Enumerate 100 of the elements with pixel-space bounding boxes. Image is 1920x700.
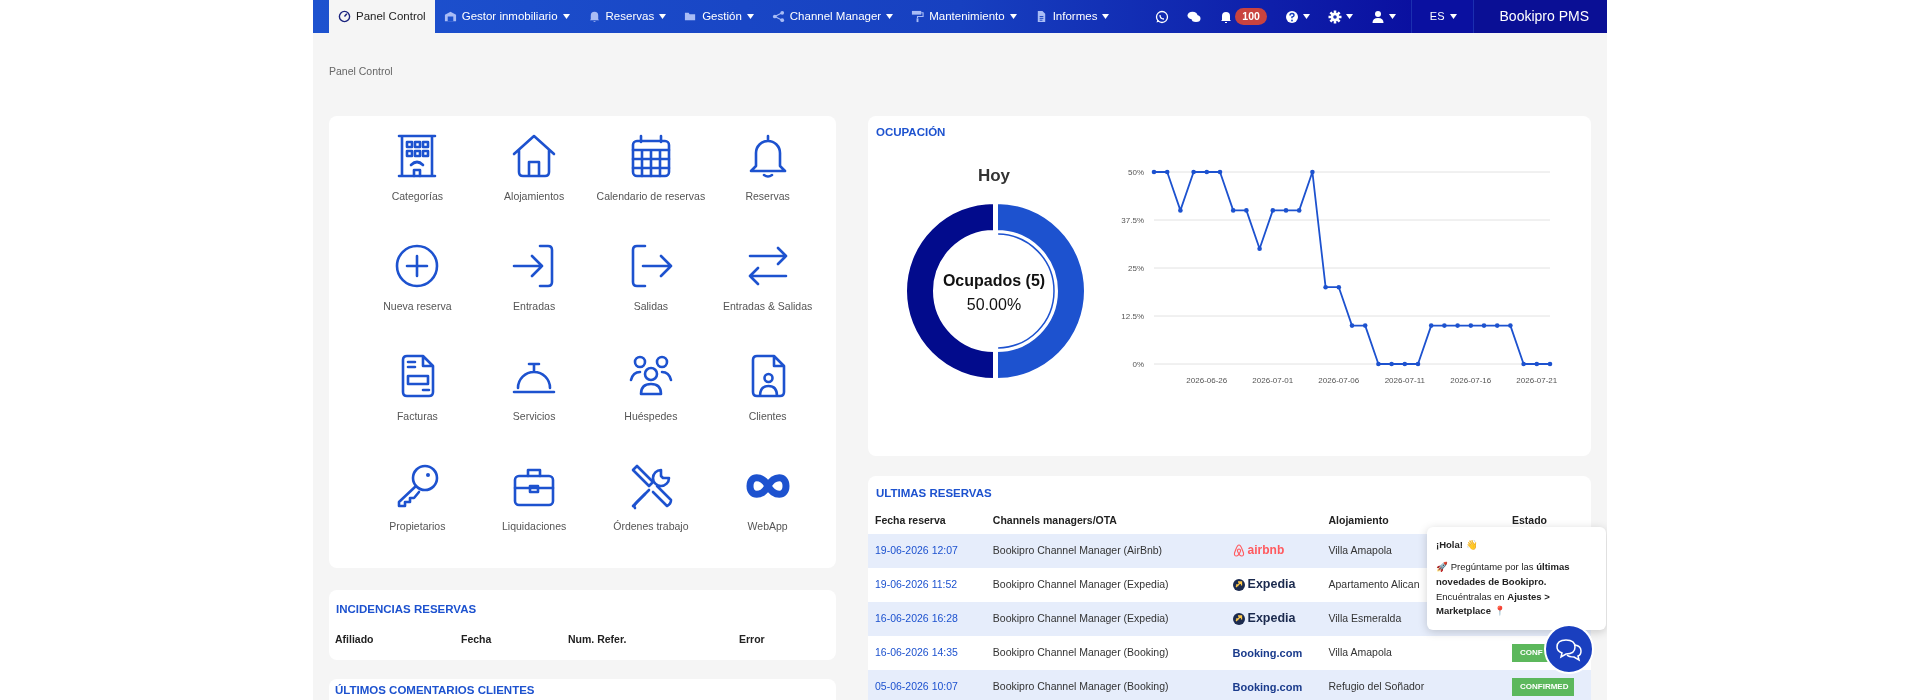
nav-tab[interactable]: Gestor inmobiliario bbox=[434, 0, 579, 33]
donut-label: Ocupados (5) bbox=[942, 270, 1046, 291]
shortcut-link[interactable]: Alojamientos bbox=[475, 132, 593, 242]
shortcut-link[interactable]: Liquidaciones bbox=[475, 462, 593, 572]
nav-tab[interactable]: Informes bbox=[1025, 0, 1119, 33]
chat-icon bbox=[1187, 9, 1202, 24]
nav-tab[interactable]: Gestión bbox=[675, 0, 763, 33]
data-point bbox=[1547, 361, 1553, 367]
table-cell: Bookipro Channel Manager (Expedia) bbox=[992, 578, 1169, 591]
data-point bbox=[1402, 361, 1408, 367]
ota-logo: Booking.com bbox=[1232, 645, 1303, 661]
data-point bbox=[1428, 323, 1434, 329]
shortcut-link[interactable]: Reservas bbox=[709, 132, 826, 242]
warehouse-icon bbox=[443, 10, 457, 23]
axis-label: 25% bbox=[1128, 264, 1144, 274]
axis-label: 2026-07-06 bbox=[1318, 376, 1360, 386]
notifications-icon bbox=[1219, 9, 1234, 24]
booking-date-link[interactable]: 19-06-2026 11:52 bbox=[875, 578, 958, 591]
ota-logo: Expedia bbox=[1232, 575, 1296, 594]
shortcut-link[interactable]: Órdenes trabajo bbox=[592, 462, 710, 572]
axis-label: 2026-07-16 bbox=[1450, 376, 1492, 386]
popup-greeting: ¡Hola! 👋 bbox=[1436, 538, 1479, 552]
table-cell: Bookipro Channel Manager (Expedia) bbox=[992, 612, 1169, 625]
axis-label: 2026-06-26 bbox=[1186, 376, 1228, 386]
shortcut-link[interactable]: Propietarios bbox=[359, 462, 476, 572]
shortcut-link[interactable]: Clientes bbox=[709, 352, 826, 462]
popup-message: 🚀 Pregúntame por las últimas novedades de Bookipro. Encuéntralas en Ajustes > Marketplace 📍 bbox=[1436, 560, 1571, 619]
axis-label: 12.5% bbox=[1121, 312, 1144, 322]
column-header: Fecha bbox=[461, 632, 493, 648]
shortcut-link[interactable]: Servicios bbox=[475, 352, 593, 462]
data-point bbox=[1481, 323, 1487, 329]
caret-icon bbox=[1388, 14, 1396, 19]
shortcut-link[interactable]: Calendario de reservas bbox=[592, 132, 710, 242]
chart-title: Hoy bbox=[977, 165, 1011, 188]
axis-label: 37.5% bbox=[1121, 216, 1144, 226]
data-point bbox=[1442, 323, 1447, 329]
shortcut-link[interactable]: Entradas bbox=[475, 242, 593, 352]
data-point bbox=[1164, 169, 1170, 175]
shortcut-link[interactable]: Categorías bbox=[359, 132, 476, 242]
data-point bbox=[1389, 361, 1394, 367]
data-point bbox=[1296, 208, 1302, 213]
ota-logo: airbnb bbox=[1232, 541, 1285, 560]
data-point bbox=[1376, 361, 1381, 367]
section-title: OCUPACIÓN bbox=[876, 125, 947, 140]
data-point bbox=[1270, 208, 1276, 213]
column-header: Num. Refer. bbox=[568, 632, 628, 648]
caret-icon bbox=[1345, 14, 1353, 19]
data-point bbox=[1455, 323, 1460, 329]
chat-bubbles-icon bbox=[1554, 636, 1584, 662]
table-cell: Bookipro Channel Manager (AirBnb) bbox=[992, 544, 1163, 557]
settings-icon bbox=[1327, 9, 1342, 24]
table-cell: Apartamento Alican bbox=[1328, 578, 1420, 591]
notification-count: 100 bbox=[1235, 7, 1267, 26]
nav-tab[interactable]: Reservas bbox=[578, 0, 676, 33]
nav-tab[interactable]: Channel Manager bbox=[762, 0, 903, 33]
column-header: Alojamiento bbox=[1321, 508, 1505, 535]
column-header: Afiliado bbox=[335, 632, 375, 648]
donut-value: 50.00% bbox=[966, 294, 1022, 315]
data-point bbox=[1468, 323, 1474, 329]
data-point bbox=[1323, 285, 1328, 290]
gauge-icon bbox=[338, 10, 351, 23]
caret-icon bbox=[1302, 14, 1310, 19]
data-point bbox=[1283, 208, 1289, 213]
section-title: ÚLTIMOS COMENTARIOS CLIENTES bbox=[335, 683, 536, 698]
help-icon bbox=[1284, 9, 1299, 24]
paint-roller-icon bbox=[911, 10, 925, 23]
brand-name: Bookipro PMS bbox=[1472, 0, 1607, 33]
column-header: Error bbox=[739, 632, 765, 648]
table-cell: Villa Esmeralda bbox=[1328, 612, 1402, 625]
data-point bbox=[1257, 246, 1262, 252]
section-title: ULTIMAS RESERVAS bbox=[875, 486, 993, 501]
table-cell: Villa Amapola bbox=[1328, 544, 1392, 557]
axis-label: 50% bbox=[1128, 168, 1144, 178]
shortcut-link[interactable]: WebApp bbox=[709, 462, 826, 572]
shortcut-link[interactable]: Facturas bbox=[359, 352, 476, 462]
nav-tab[interactable]: Panel Control bbox=[329, 0, 435, 33]
data-point bbox=[1230, 208, 1236, 213]
data-point bbox=[1521, 361, 1526, 367]
ota-logo: Booking.com bbox=[1232, 679, 1303, 695]
table-cell: Bookipro Channel Manager (Booking) bbox=[992, 646, 1169, 659]
user-icon bbox=[1370, 9, 1385, 24]
language-selector[interactable]: ES bbox=[1410, 0, 1473, 33]
booking-date-link[interactable]: 16-06-2026 14:35 bbox=[875, 646, 958, 659]
column-header: Channels managers/OTA bbox=[985, 508, 1226, 535]
shortcut-link[interactable]: Salidas bbox=[592, 242, 710, 352]
shortcut-link[interactable]: Huéspedes bbox=[592, 352, 710, 462]
data-point bbox=[1217, 169, 1223, 175]
data-point bbox=[1178, 208, 1183, 213]
data-point bbox=[1244, 208, 1249, 213]
notifications-button[interactable]: 100 bbox=[1210, 0, 1276, 33]
data-point bbox=[1151, 169, 1157, 175]
axis-label: 2026-07-01 bbox=[1252, 376, 1294, 386]
nav-tab[interactable]: Mantenimiento bbox=[902, 0, 1026, 33]
shortcut-link[interactable]: Entradas & Salidas bbox=[709, 242, 826, 352]
data-point bbox=[1349, 323, 1355, 329]
axis-label: 0% bbox=[1132, 360, 1144, 370]
table-cell: Villa Amapola bbox=[1328, 646, 1392, 659]
status-badge: CONFIRMED bbox=[1512, 678, 1574, 697]
data-point bbox=[1494, 323, 1500, 329]
shortcut-link[interactable]: Nueva reserva bbox=[359, 242, 476, 352]
